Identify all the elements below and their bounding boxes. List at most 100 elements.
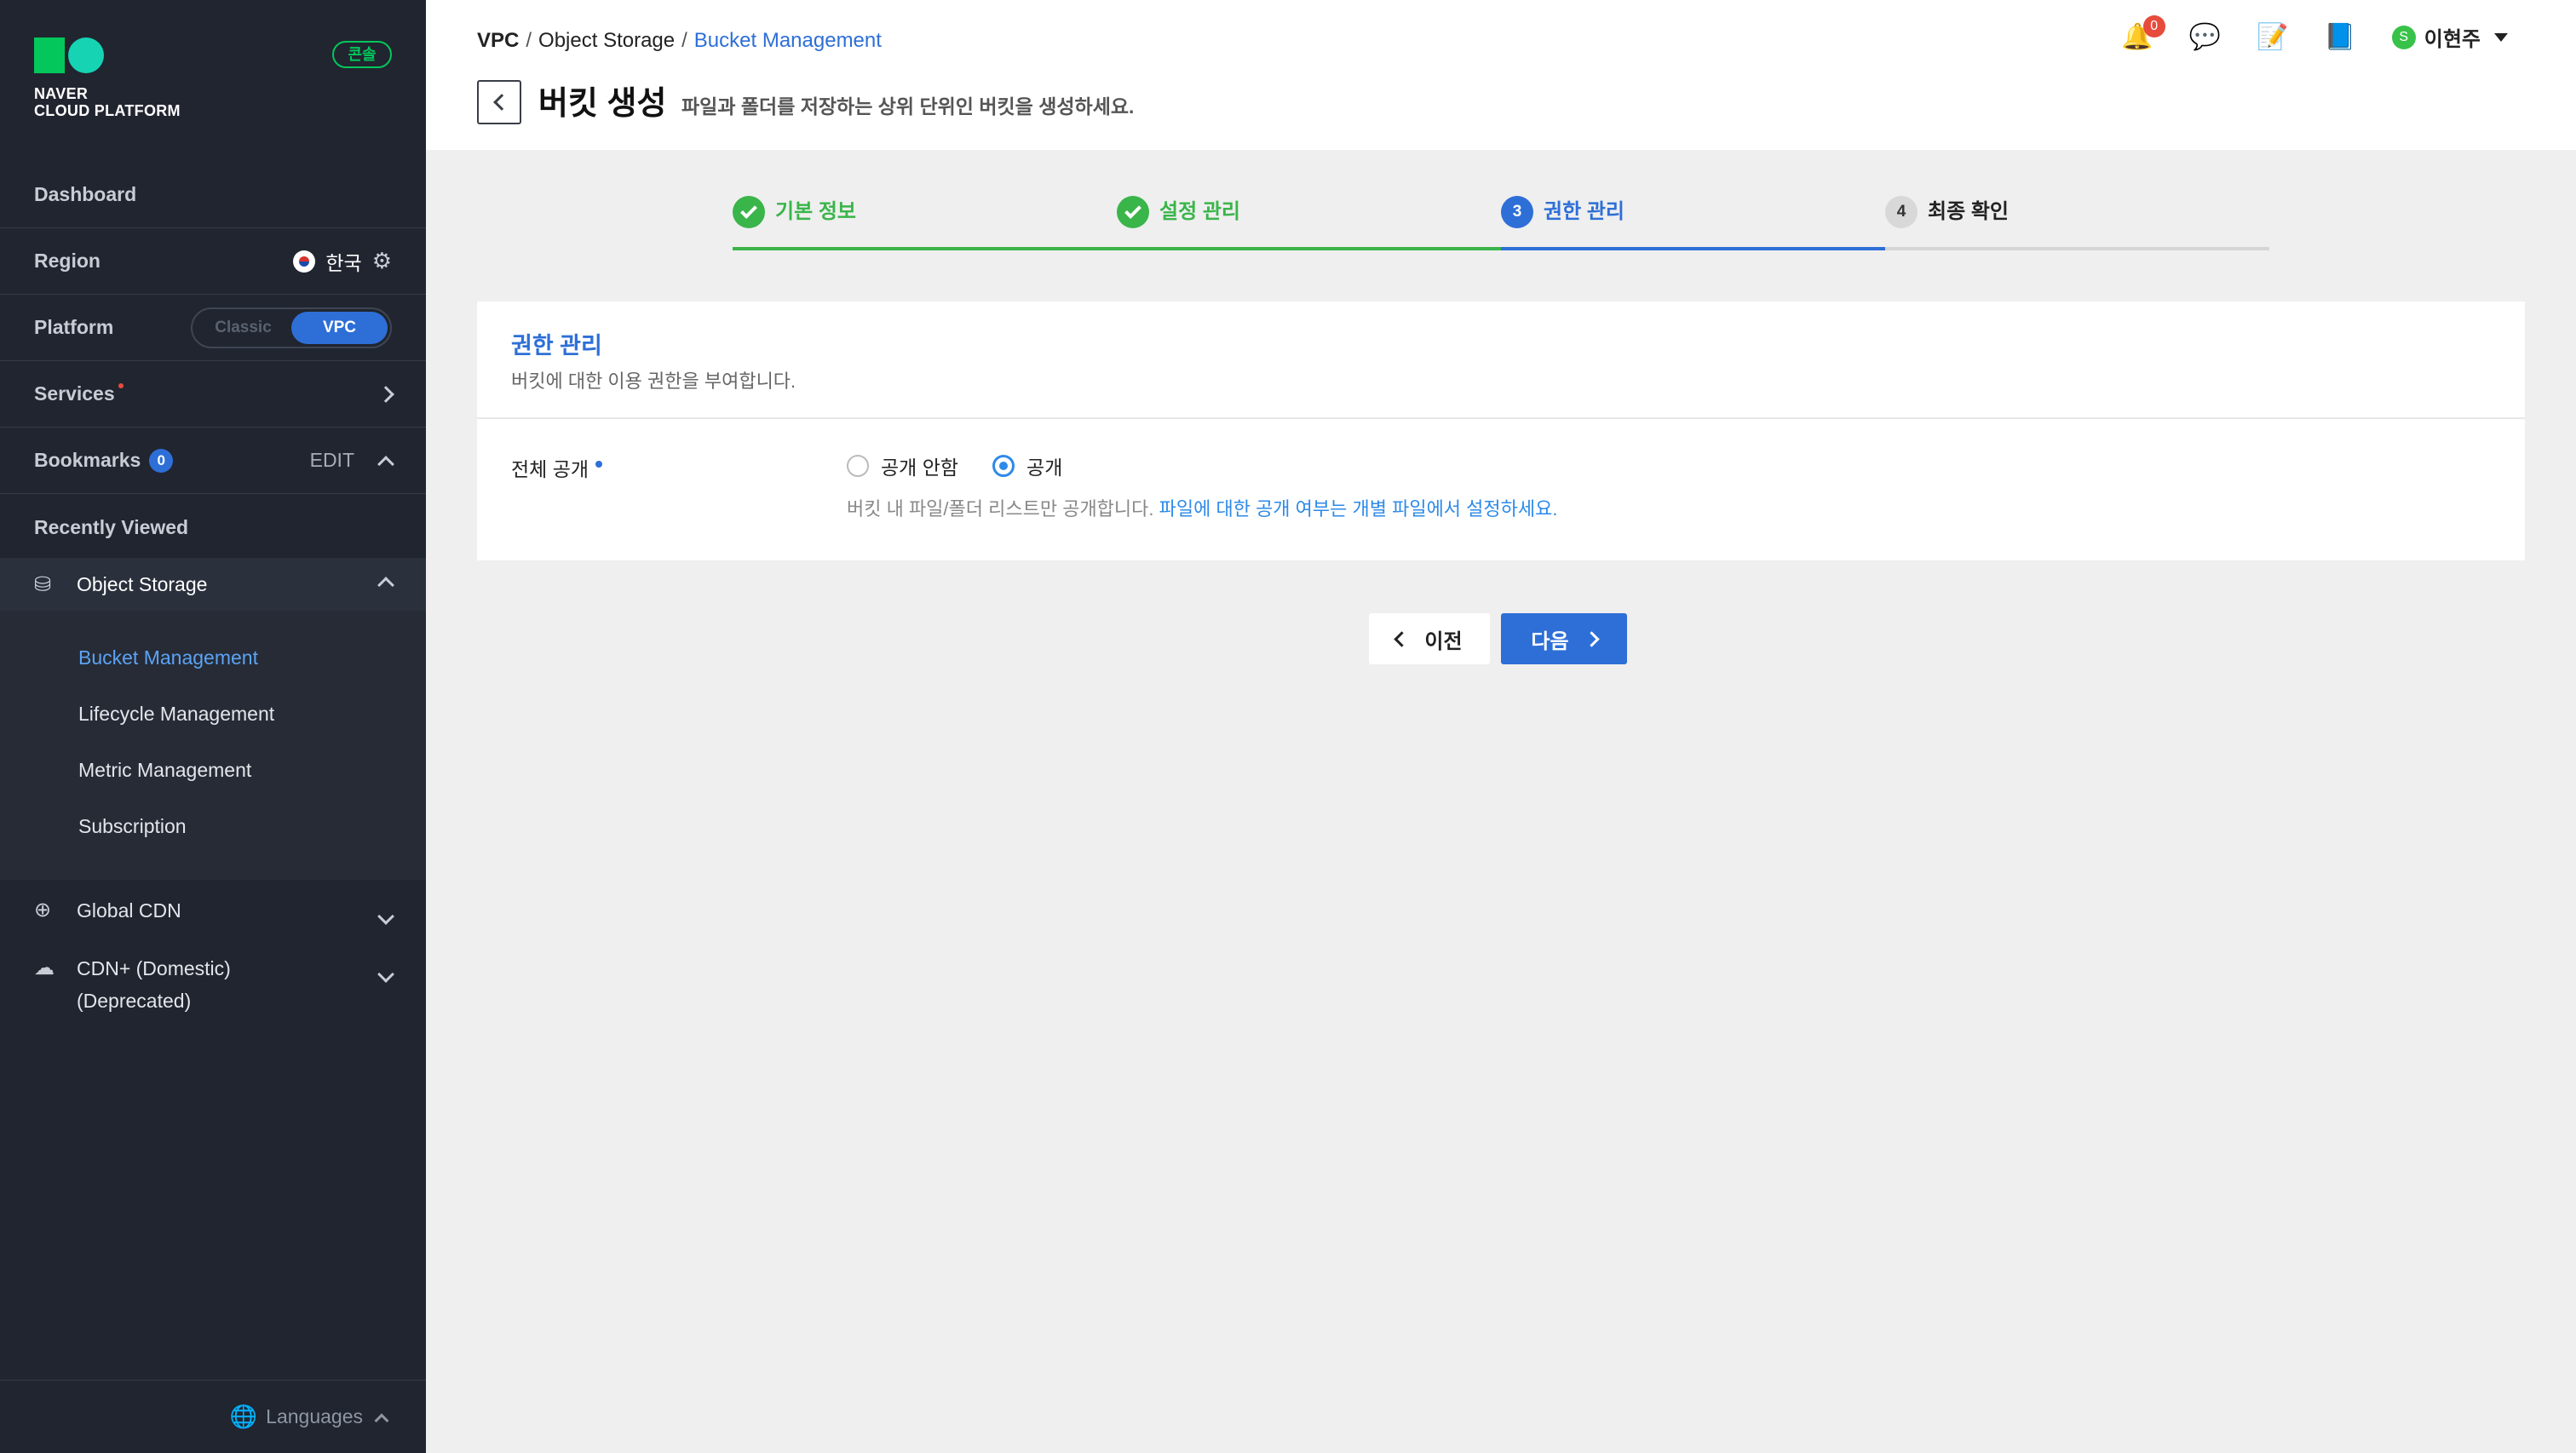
step-number: 4 (1885, 196, 1918, 228)
step-final-review: 4 최종 확인 (1885, 196, 2269, 250)
object-storage-label: Object Storage (77, 572, 208, 595)
sidebar-item-platform: Platform Classic VPC (0, 295, 426, 361)
step-label: 기본 정보 (775, 200, 856, 223)
cdn-domestic-label: CDN+ (Domestic) (Deprecated) (77, 957, 231, 1012)
hint-link[interactable]: 파일에 대한 공개 여부는 개별 파일에서 설정하세요. (1159, 498, 1558, 520)
step-label: 설정 관리 (1159, 200, 1240, 223)
region-value[interactable]: 한국 (325, 247, 361, 276)
user-name: 이현주 (2424, 28, 2481, 51)
prev-label: 이전 (1424, 629, 1463, 653)
permissions-card: 권한 관리 버킷에 대한 이용 권한을 부여합니다. 전체 공개 공개 안함 공… (477, 302, 2525, 560)
step-number: 3 (1501, 196, 1533, 228)
menu-object-storage[interactable]: ⛁ Object Storage (0, 558, 426, 611)
card-title: 권한 관리 (511, 333, 602, 359)
next-button[interactable]: 다음 (1501, 613, 1627, 664)
page-title: 버킷 생성 (538, 86, 667, 122)
submenu-metric-management[interactable]: Metric Management (78, 759, 251, 782)
notification-count-badge: 0 (2142, 15, 2165, 37)
submenu-lifecycle-management[interactable]: Lifecycle Management (78, 703, 274, 726)
public-access-hint: 버킷 내 파일/폴더 리스트만 공개합니다. 파일에 대한 공개 여부는 개별 … (847, 498, 1558, 520)
submenu-subscription[interactable]: Subscription (78, 815, 187, 838)
back-button[interactable] (477, 80, 521, 124)
languages-selector[interactable]: 🌐 Languages (0, 1380, 426, 1453)
radio-private[interactable]: 공개 안함 (847, 451, 958, 480)
step-label: 최종 확인 (1928, 200, 2009, 223)
storage-icon: ⛁ (34, 572, 52, 596)
step-settings: 설정 관리 (1117, 196, 1501, 250)
sidebar-item-dashboard[interactable]: Dashboard (0, 162, 426, 228)
user-menu[interactable]: S 이현주 (2391, 22, 2508, 52)
platform-option-vpc[interactable]: VPC (291, 311, 388, 344)
card-description: 버킷에 대한 이용 권한을 부여합니다. (511, 370, 796, 392)
header-toolbar: 🔔 0 💬 📝 📘 S 이현주 (2121, 15, 2508, 52)
breadcrumb: VPC / Object Storage / Bucket Management (477, 29, 882, 53)
sidebar-item-region: Region 한국 ⚙ (0, 228, 426, 295)
page-header: VPC / Object Storage / Bucket Management… (426, 0, 2576, 150)
region-label: Region (34, 250, 101, 272)
wizard-stepper: 기본 정보 설정 관리 3 권한 관리 4 최종 확인 (733, 196, 2269, 250)
radio-public[interactable]: 공개 (992, 451, 1062, 480)
radio-label: 공개 안함 (881, 457, 959, 479)
logo-mark (34, 37, 112, 73)
gear-icon[interactable]: ⚙ (372, 248, 392, 274)
app-root: NAVER CLOUD PLATFORM 콘솔 Dashboard Region… (0, 0, 2576, 1453)
chevron-left-icon (1394, 630, 1411, 647)
sidebar-item-services[interactable]: Services (0, 361, 426, 428)
book-icon[interactable]: 📘 (2324, 22, 2355, 52)
menu-global-cdn[interactable]: ⊕ Global CDN (0, 894, 426, 932)
check-icon (1117, 196, 1149, 228)
console-badge[interactable]: 콘솔 (332, 41, 392, 68)
dashboard-label: Dashboard (34, 183, 137, 205)
breadcrumb-bucket-management[interactable]: Bucket Management (694, 29, 882, 53)
chevron-up-icon (377, 577, 394, 594)
chevron-up-icon (374, 1413, 389, 1427)
check-icon (733, 196, 765, 228)
logo-text: NAVER CLOUD PLATFORM (34, 85, 181, 119)
step-basic-info: 기본 정보 (733, 196, 1117, 250)
step-label: 권한 관리 (1544, 200, 1624, 223)
chevron-left-icon (493, 94, 510, 111)
chevron-right-icon (1583, 630, 1600, 647)
breadcrumb-vpc[interactable]: VPC (477, 29, 519, 53)
breadcrumb-object-storage[interactable]: Object Storage (538, 29, 675, 53)
korea-flag-icon (293, 250, 316, 273)
languages-label: Languages (266, 1405, 363, 1427)
breadcrumb-separator: / (526, 29, 532, 52)
platform-option-classic[interactable]: Classic (195, 312, 291, 344)
bell-icon[interactable]: 🔔 0 (2121, 15, 2165, 52)
cdn-cloud-icon: ☁ (34, 956, 55, 979)
divider (477, 417, 2525, 419)
submenu-bucket-management[interactable]: Bucket Management (78, 646, 258, 669)
radio-circle[interactable] (847, 455, 869, 477)
bookmarks-edit-button[interactable]: EDIT (310, 449, 354, 472)
naver-cloud-logo[interactable]: NAVER CLOUD PLATFORM (34, 37, 181, 119)
services-new-dot (118, 382, 124, 388)
globe-icon: 🌐 (229, 1404, 258, 1429)
global-cdn-label: Global CDN (77, 899, 181, 922)
chevron-up-icon[interactable] (377, 455, 394, 473)
services-label: Services (34, 382, 115, 405)
public-access-label: 전체 공개 (511, 453, 603, 482)
bookmarks-count-badge: 0 (149, 448, 174, 473)
next-label: 다음 (1531, 629, 1569, 653)
sidebar-item-recently-viewed: Recently Viewed (0, 494, 426, 560)
chat-icon[interactable]: 💬 (2189, 22, 2221, 52)
sidebar: NAVER CLOUD PLATFORM 콘솔 Dashboard Region… (0, 0, 426, 1453)
cdn-globe-icon: ⊕ (34, 899, 52, 922)
chevron-down-icon (377, 966, 394, 983)
prev-button[interactable]: 이전 (1369, 613, 1490, 664)
chevron-right-icon (377, 385, 394, 403)
radio-label: 공개 (1026, 457, 1063, 479)
public-access-radio-group: 공개 안함 공개 (847, 451, 1062, 480)
platform-label: Platform (34, 316, 114, 338)
recently-viewed-label: Recently Viewed (34, 515, 189, 538)
avatar: S (2391, 25, 2416, 49)
menu-cdn-domestic[interactable]: ☁ CDN+ (Domestic) (Deprecated) (0, 952, 426, 1017)
memo-icon[interactable]: 📝 (2257, 22, 2288, 52)
page-description: 파일과 폴더를 저장하는 상위 단위인 버킷을 생성하세요. (681, 95, 1135, 118)
radio-circle[interactable] (992, 455, 1015, 477)
sidebar-item-bookmarks[interactable]: Bookmarks 0 EDIT (0, 428, 426, 494)
object-storage-submenu: Bucket Management Lifecycle Management M… (0, 611, 426, 880)
platform-toggle[interactable]: Classic VPC (191, 307, 392, 348)
required-dot (595, 461, 603, 468)
